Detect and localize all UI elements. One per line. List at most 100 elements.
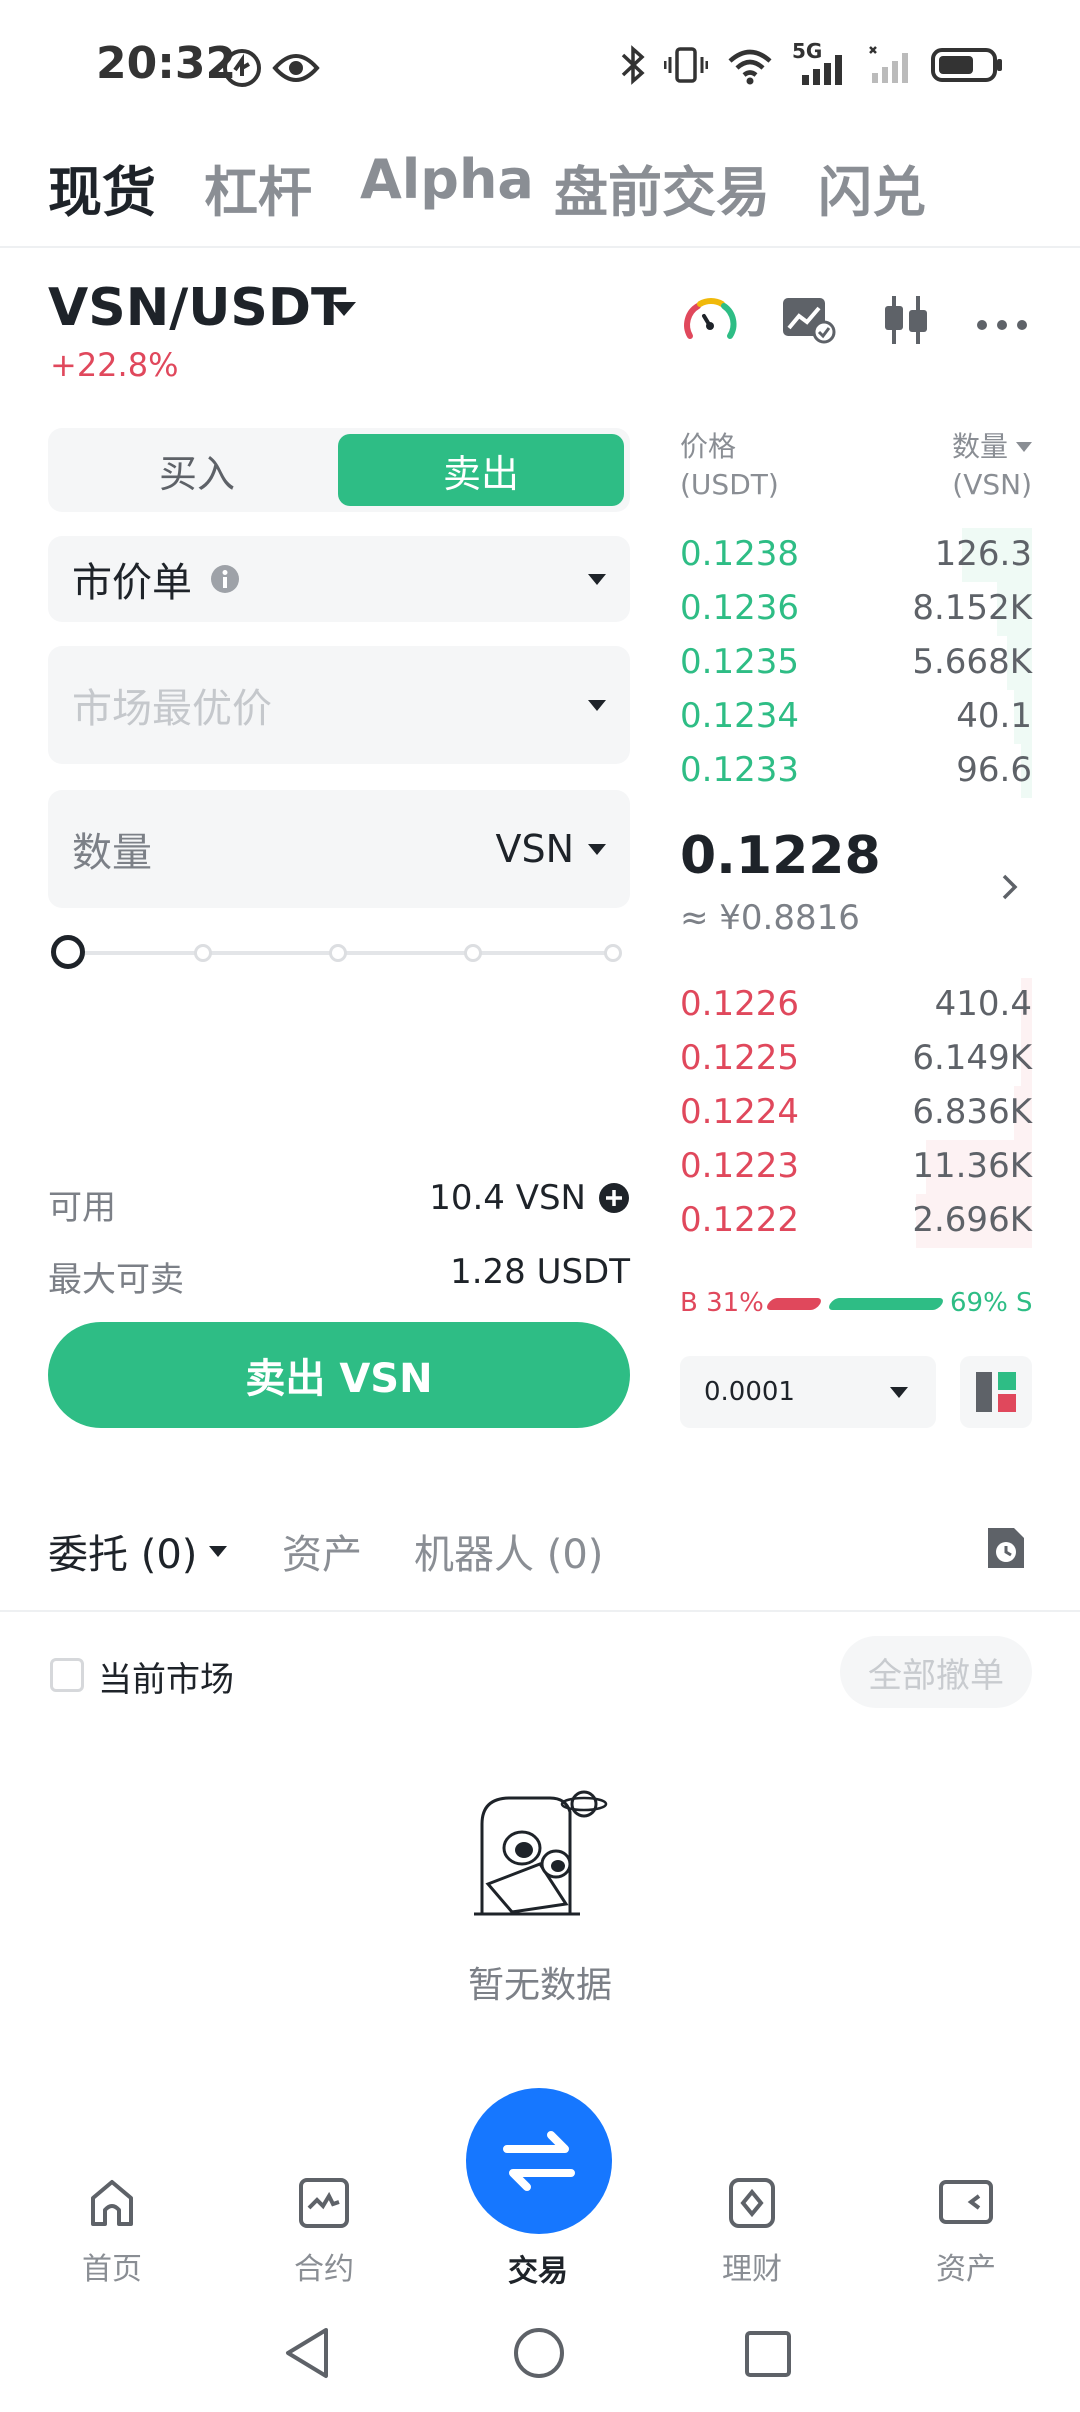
bid-qty: 6.149K [912,1038,1032,1078]
order-history-icon[interactable] [984,1524,1028,1576]
info-icon[interactable] [210,564,240,594]
orders-divider [0,1610,1080,1612]
max-sell-label: 最大可卖 [48,1260,184,1300]
ob-qty-header[interactable]: 数量 (VSN) [900,428,1032,504]
ask-row[interactable]: 0.1234 40.1 [680,690,1032,744]
bid-row[interactable]: 0.1225 6.149K [680,1032,1032,1086]
ask-row[interactable]: 0.1233 96.6 [680,744,1032,798]
chevron-right-icon[interactable] [1000,872,1020,906]
futures-icon [299,2178,349,2228]
ask-row[interactable]: 0.1236 8.152K [680,582,1032,636]
ask-price: 0.1236 [680,588,799,628]
price-placeholder: 市场最优价 [72,686,272,732]
system-recents-icon[interactable] [744,2330,792,2382]
system-back-icon[interactable] [282,2326,332,2384]
book-layout-icon [976,1372,1016,1412]
nav-earn-label: 理财 [722,2252,782,2287]
tab-convert[interactable]: 闪兑 [818,148,926,227]
available-row: 10.4 VSN [420,1178,630,1218]
side-toggle: 买入 卖出 [48,428,630,512]
nav-trade-button[interactable] [466,2088,612,2234]
tab-premarket[interactable]: 盘前交易 [554,148,770,227]
ob-price-header-label: 价格 [680,430,737,463]
slider-mark-50[interactable] [329,944,347,962]
price-caret-icon [588,699,606,711]
bid-row[interactable]: 0.1226 410.4 [680,978,1032,1032]
ask-qty: 8.152K [912,588,1032,628]
tab-bots[interactable]: 机器人 (0) [414,1522,603,1580]
available-value: 10.4 VSN [429,1178,586,1218]
tab-margin[interactable]: 杠杆 [204,148,312,227]
wifi-icon [728,49,772,85]
book-layout-button[interactable] [960,1356,1032,1428]
bluetooth-icon [621,45,645,85]
pair-symbol: VSN/USDT [48,278,347,338]
bid-row[interactable]: 0.1223 11.36K [680,1140,1032,1194]
nav-trade[interactable]: 交易 [458,2236,618,2290]
ask-qty: 5.668K [912,642,1032,682]
order-type-caret-icon [588,573,606,585]
ask-price: 0.1233 [680,750,799,790]
bid-price: 0.1224 [680,1092,799,1132]
nav-futures[interactable]: 合约 [244,2176,404,2288]
slider-mark-25[interactable] [194,944,212,962]
precision-select[interactable]: 0.0001 [680,1356,936,1428]
nav-earn[interactable]: 理财 [672,2176,832,2288]
candlestick-icon[interactable] [880,292,932,352]
pair-selector[interactable]: VSN/USDT [48,278,347,338]
bid-qty: 410.4 [934,984,1032,1024]
ask-row[interactable]: 0.1238 126.3 [680,528,1032,582]
ob-qty-caret-icon [1016,442,1032,452]
bid-qty: 2.696K [912,1200,1032,1240]
last-price-cny: ≈ ¥0.8816 [680,898,860,938]
ask-row[interactable]: 0.1235 5.668K [680,636,1032,690]
amount-field[interactable]: 数量 VSN [48,790,630,908]
nav-futures-label: 合约 [294,2252,354,2287]
precision-caret-icon [890,1386,908,1398]
order-type-select[interactable]: 市价单 [48,536,630,622]
ob-price-header-unit: (USDT) [680,468,779,501]
ask-qty: 96.6 [956,750,1032,790]
slider-mark-100[interactable] [604,944,622,962]
cell-signal-1-icon: 5G [792,39,850,85]
ob-price-header: 价格 (USDT) [680,428,779,504]
nav-wallet[interactable]: 资产 [886,2176,1046,2288]
nav-wallet-label: 资产 [936,2252,996,2287]
last-price[interactable]: 0.1228 [680,826,881,886]
tab-alpha[interactable]: Alpha [360,148,534,211]
more-icon[interactable] [976,316,1028,335]
earn-icon [729,2178,775,2228]
buy-tab[interactable]: 买入 [54,434,340,506]
nav-home[interactable]: 首页 [32,2176,192,2288]
bid-row[interactable]: 0.1222 2.696K [680,1194,1032,1248]
current-market-label[interactable]: 当前市场 [98,1652,234,1701]
amount-placeholder: 数量 [72,830,152,876]
amount-unit: VSN [495,827,574,871]
buy-ratio-bar [764,1298,824,1310]
tab-open-orders[interactable]: 委托 (0) [48,1522,228,1580]
amount-slider-knob[interactable] [51,935,85,969]
home-icon [91,2180,133,2226]
status-time: 20:32 [96,38,237,89]
chart-alert-icon[interactable] [780,294,836,348]
bid-row[interactable]: 0.1224 6.836K [680,1086,1032,1140]
tab-assets[interactable]: 资产 [282,1522,362,1580]
cancel-all-button[interactable]: 全部撤单 [840,1636,1032,1708]
trade-swap-icon [503,2131,575,2191]
sell-tab[interactable]: 卖出 [338,434,624,506]
top-divider [0,246,1080,248]
nav-home-label: 首页 [82,2252,142,2287]
sell-ratio-bar [826,1298,946,1310]
current-market-checkbox[interactable] [50,1658,84,1692]
price-field[interactable]: 市场最优价 [48,646,630,764]
transfer-add-icon[interactable] [598,1182,630,1214]
slider-mark-75[interactable] [464,944,482,962]
sentiment-gauge-icon[interactable] [682,294,738,350]
available-label: 可用 [48,1188,116,1228]
ask-price: 0.1234 [680,696,799,736]
amount-unit-select[interactable]: VSN [495,827,606,871]
pair-caret-icon[interactable] [332,302,356,316]
system-home-icon[interactable] [512,2326,566,2384]
tab-spot[interactable]: 现货 [48,148,156,227]
sell-submit-button[interactable]: 卖出 VSN [48,1322,630,1428]
